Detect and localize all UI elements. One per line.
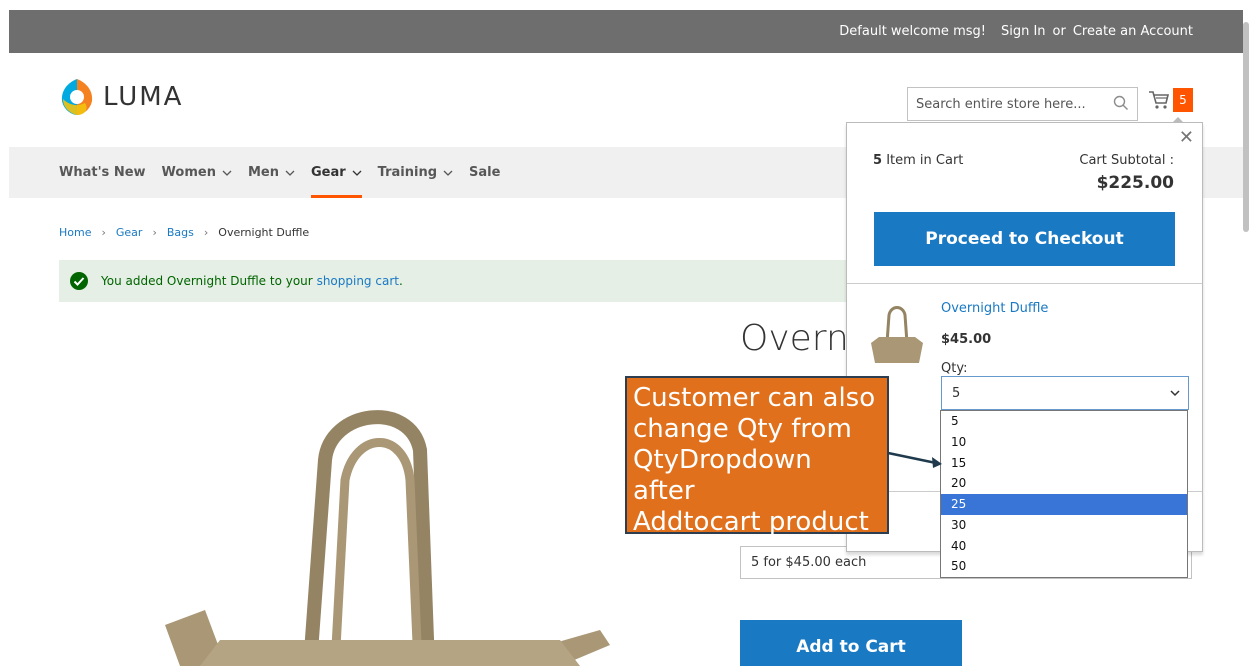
search-box[interactable] xyxy=(907,87,1138,121)
callout-line: Customer can also xyxy=(633,383,876,413)
breadcrumb-separator-icon: › xyxy=(203,226,209,239)
qty-option[interactable]: 20 xyxy=(941,473,1187,494)
success-message-text: You added Overnight Duffle to your shopp… xyxy=(101,274,403,288)
items-count-label: Item in Cart xyxy=(886,153,964,168)
nav-label: What's New xyxy=(59,165,146,180)
top-links: Default welcome msg! Sign In or Create a… xyxy=(839,10,1193,53)
cart-count-badge[interactable]: 5 xyxy=(1173,88,1193,112)
item-name-link[interactable]: Overnight Duffle xyxy=(941,301,1048,316)
minicart-items-count: 5 Item in Cart xyxy=(873,153,963,168)
message-suffix: . xyxy=(398,274,403,288)
nav-label: Men xyxy=(247,165,279,180)
product-image[interactable] xyxy=(160,400,620,666)
breadcrumb: Home › Gear › Bags › Overnight Duffle xyxy=(59,226,309,239)
qty-option[interactable]: 5 xyxy=(941,411,1187,432)
annotation-callout: Customer can also change Qty from QtyDro… xyxy=(625,376,889,537)
breadcrumb-gear[interactable]: Gear xyxy=(116,226,143,239)
breadcrumb-separator-icon: › xyxy=(101,226,106,239)
nav-label: Women xyxy=(161,165,216,180)
logo-text: LUMA xyxy=(103,82,184,112)
callout-line: change Qty from xyxy=(633,414,852,444)
item-price: $45.00 xyxy=(941,332,992,347)
chevron-down-icon xyxy=(222,170,232,176)
sign-in-link[interactable]: Sign In xyxy=(1001,24,1046,39)
qty-dropdown[interactable]: 5 xyxy=(941,376,1189,410)
qty-option[interactable]: 10 xyxy=(941,432,1187,453)
breadcrumb-current: Overnight Duffle xyxy=(218,226,310,239)
top-bar: Default welcome msg! Sign In or Create a… xyxy=(9,10,1243,53)
chevron-down-icon xyxy=(1170,390,1180,397)
nav-item-training[interactable]: Training xyxy=(378,147,453,198)
minicart-divider xyxy=(847,283,1202,284)
message-prefix: You added Overnight Duffle to your xyxy=(101,274,313,288)
add-to-cart-button[interactable]: Add to Cart xyxy=(740,620,962,666)
item-thumbnail[interactable] xyxy=(869,303,925,371)
nav-label: Gear xyxy=(310,165,346,180)
qty-option[interactable]: 50 xyxy=(941,556,1187,577)
qty-option[interactable]: 15 xyxy=(941,453,1187,474)
close-icon[interactable]: ✕ xyxy=(1179,127,1194,148)
check-circle-icon xyxy=(70,272,88,290)
search-input[interactable] xyxy=(908,88,1098,120)
nav-label: Training xyxy=(377,165,438,180)
breadcrumb-separator-icon: › xyxy=(152,226,157,239)
nav-item-women[interactable]: Women xyxy=(162,147,232,198)
items-count-number: 5 xyxy=(873,153,883,168)
product-title: Overni xyxy=(740,318,859,359)
welcome-message: Default welcome msg! xyxy=(839,24,986,39)
annotation-arrow-icon xyxy=(887,451,942,468)
cart-icon[interactable] xyxy=(1148,90,1170,114)
qty-option[interactable]: 30 xyxy=(941,515,1187,536)
breadcrumb-home[interactable]: Home xyxy=(59,226,91,239)
chevron-down-icon xyxy=(285,170,295,176)
nav-item-whats-new[interactable]: What's New xyxy=(59,147,146,198)
create-account-link[interactable]: Create an Account xyxy=(1073,24,1193,39)
proceed-to-checkout-button[interactable]: Proceed to Checkout xyxy=(874,212,1175,266)
callout-line: QtyDropdown after xyxy=(633,445,812,506)
nav-label: Sale xyxy=(469,165,501,180)
breadcrumb-bags[interactable]: Bags xyxy=(167,226,194,239)
qty-selected-value: 5 xyxy=(952,385,961,401)
subtotal-value: $225.00 xyxy=(1096,173,1174,193)
shopping-cart-link[interactable]: shopping cart xyxy=(317,274,399,288)
nav-item-men[interactable]: Men xyxy=(248,147,295,198)
or-text: or xyxy=(1052,24,1066,39)
logo[interactable]: LUMA xyxy=(59,77,183,117)
nav-item-sale[interactable]: Sale xyxy=(469,147,500,198)
subtotal-label: Cart Subtotal : xyxy=(1079,153,1174,168)
qty-dropdown-options: 5 10 15 20 25 30 40 50 xyxy=(940,410,1188,578)
callout-line: Addtocart product xyxy=(633,507,869,537)
qty-label: Qty: xyxy=(941,361,968,376)
qty-option-highlighted[interactable]: 25 xyxy=(941,494,1187,515)
search-icon[interactable] xyxy=(1113,95,1129,115)
qty-option[interactable]: 40 xyxy=(941,536,1187,557)
chevron-down-icon xyxy=(352,170,362,176)
nav-item-gear[interactable]: Gear xyxy=(310,147,362,198)
page-scrollbar[interactable] xyxy=(1243,22,1249,232)
chevron-down-icon xyxy=(443,170,453,176)
luma-logo-icon xyxy=(61,79,93,115)
